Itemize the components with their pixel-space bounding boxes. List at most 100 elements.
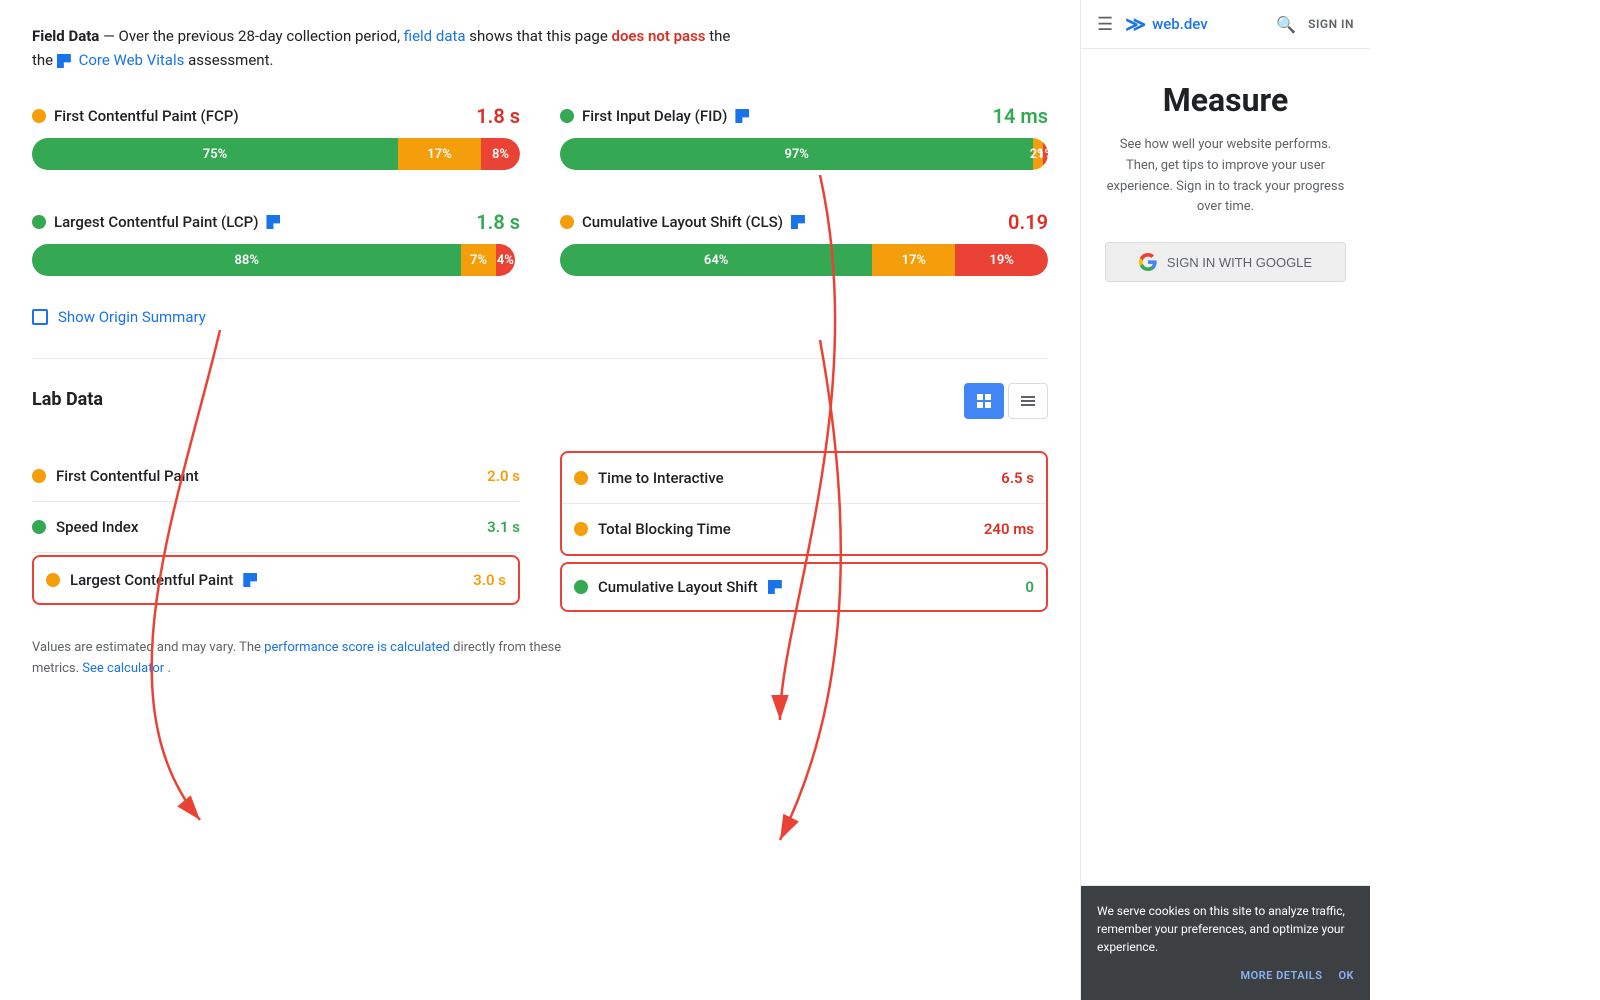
footer-text1: Values are estimated and may vary. The <box>32 640 264 655</box>
cls-bar-poor: 19% <box>955 244 1048 276</box>
fcp-progress-bar: 75% 17% 8% <box>32 138 520 170</box>
cls-title: Cumulative Layout Shift (CLS) <box>582 213 783 231</box>
core-web-vitals-flag-icon <box>57 54 71 68</box>
measure-title: Measure <box>1105 81 1346 119</box>
fcp-indicator <box>32 109 46 123</box>
metric-fid-title-left: First Input Delay (FID) <box>560 107 749 125</box>
google-sign-in-button[interactable]: SIGN IN WITH GOOGLE <box>1105 242 1346 282</box>
lab-toggle <box>964 383 1048 419</box>
lab-cls-left: Cumulative Layout Shift <box>574 578 782 596</box>
metric-lcp-title-row: Largest Contentful Paint (LCP) 1.8 s <box>32 210 520 234</box>
menu-icon[interactable]: ☰ <box>1097 14 1113 35</box>
lab-fcp-title: First Contentful Paint <box>56 467 199 485</box>
toggle-list-btn[interactable] <box>1008 383 1048 419</box>
search-icon[interactable]: 🔍 <box>1276 15 1296 34</box>
lab-tbt-value: 240 ms <box>984 520 1034 538</box>
cookie-text: We serve cookies on this site to analyze… <box>1097 902 1354 956</box>
lab-si-left: Speed Index <box>32 518 138 536</box>
webdev-header: ☰ ≫ web.dev 🔍 SIGN IN <box>1081 0 1370 49</box>
calculator-link[interactable]: See calculator <box>82 661 164 676</box>
metric-fcp-title-left: First Contentful Paint (FCP) <box>32 107 239 125</box>
lcp-bar-poor: 4% <box>496 244 516 276</box>
the-text: the <box>32 51 57 69</box>
lab-tbt-title: Total Blocking Time <box>598 520 731 538</box>
webdev-actions: 🔍 SIGN IN <box>1276 15 1354 34</box>
sign-in-button[interactable]: SIGN IN <box>1308 17 1354 31</box>
core-web-vitals-link[interactable]: Core Web Vitals <box>79 51 185 69</box>
lab-tti-title: Time to Interactive <box>598 469 724 487</box>
webdev-logo: ≫ web.dev <box>1125 12 1208 36</box>
toggle-grid-btn[interactable] <box>964 383 1004 419</box>
list-icon <box>1020 393 1036 409</box>
lab-cls-indicator <box>574 580 588 594</box>
assessment-suffix: assessment. <box>188 51 273 69</box>
lab-si-title: Speed Index <box>56 518 138 536</box>
field-data-label: Field Data <box>32 27 99 45</box>
lab-fcp-left: First Contentful Paint <box>32 467 199 485</box>
section-divider <box>32 358 1048 359</box>
lab-data-section: Lab Data <box>32 383 1048 614</box>
fcp-bar-good: 75% <box>32 138 398 170</box>
field-data-link[interactable]: field data <box>404 27 466 45</box>
field-data-header: Field Data — Over the previous 28-day co… <box>32 24 1048 72</box>
lcp-indicator <box>32 215 46 229</box>
lab-metric-tti: Time to Interactive 6.5 s <box>562 453 1046 504</box>
footer-note: Values are estimated and may vary. The p… <box>32 638 1048 680</box>
cls-progress-bar: 64% 17% 19% <box>560 244 1048 276</box>
lab-cls-value: 0 <box>1025 578 1034 596</box>
lab-tti-indicator <box>574 471 588 485</box>
lab-metrics-left: First Contentful Paint 2.0 s Speed Index… <box>32 451 520 614</box>
google-sign-in-label: SIGN IN WITH GOOGLE <box>1167 255 1312 270</box>
lab-si-value: 3.1 s <box>487 518 520 536</box>
fid-value: 14 ms <box>993 104 1048 128</box>
metric-fcp-title-row: First Contentful Paint (FCP) 1.8 s <box>32 104 520 128</box>
metric-lcp-title-left: Largest Contentful Paint (LCP) <box>32 213 280 231</box>
field-metrics-grid: First Contentful Paint (FCP) 1.8 s 75% 1… <box>32 96 1048 284</box>
lab-tbt-indicator <box>574 522 588 536</box>
header-desc-middle: shows that this page <box>469 27 611 45</box>
ok-button[interactable]: OK <box>1338 968 1354 985</box>
fid-indicator <box>560 109 574 123</box>
measure-panel: Measure See how well your website perfor… <box>1081 49 1370 886</box>
cls-bar-good: 64% <box>560 244 872 276</box>
does-not-pass-link[interactable]: does not pass <box>612 27 706 45</box>
lcp-title: Largest Contentful Paint (LCP) <box>54 213 258 231</box>
lab-si-indicator <box>32 520 46 534</box>
cls-bar-needs-improvement: 17% <box>872 244 955 276</box>
lab-cls-flag-icon <box>768 580 782 594</box>
origin-summary-checkbox[interactable] <box>32 309 48 325</box>
cls-indicator <box>560 215 574 229</box>
lab-fcp-indicator <box>32 469 46 483</box>
lab-tti-left: Time to Interactive <box>574 469 724 487</box>
lab-metric-cls-highlighted: Cumulative Layout Shift 0 <box>560 562 1048 612</box>
lab-tbt-left: Total Blocking Time <box>574 520 731 538</box>
lab-fcp-value: 2.0 s <box>487 467 520 485</box>
lcp-value: 1.8 s <box>476 210 520 234</box>
cls-value: 0.19 <box>1008 210 1048 234</box>
perf-score-link[interactable]: performance score is calculated <box>264 640 450 655</box>
footer-text3: metrics. <box>32 661 82 676</box>
cookie-actions: MORE DETAILS OK <box>1097 968 1354 985</box>
fid-bar-poor: 1% <box>1043 138 1048 170</box>
lab-metric-si: Speed Index 3.1 s <box>32 502 520 553</box>
lab-lcp-indicator <box>46 573 60 587</box>
lab-lcp-flag-icon <box>243 573 257 587</box>
metric-fcp: First Contentful Paint (FCP) 1.8 s 75% 1… <box>32 96 520 178</box>
lab-lcp-left: Largest Contentful Paint <box>46 571 257 589</box>
cls-flag-icon <box>791 215 805 229</box>
metric-fid-title-row: First Input Delay (FID) 14 ms <box>560 104 1048 128</box>
fcp-bar-poor: 8% <box>481 138 520 170</box>
cookie-banner: We serve cookies on this site to analyze… <box>1081 886 1370 1000</box>
metric-fid: First Input Delay (FID) 14 ms 97% 2% 1% <box>560 96 1048 178</box>
origin-summary-label[interactable]: Show Origin Summary <box>58 308 206 326</box>
lab-tti-value: 6.5 s <box>1001 469 1034 487</box>
origin-summary-row[interactable]: Show Origin Summary <box>32 308 1048 326</box>
fid-progress-bar: 97% 2% 1% <box>560 138 1048 170</box>
google-g-icon <box>1139 253 1157 271</box>
more-details-link[interactable]: MORE DETAILS <box>1240 968 1322 985</box>
fid-flag-icon <box>735 109 749 123</box>
footer-text4: . <box>167 661 170 676</box>
metric-cls-title-left: Cumulative Layout Shift (CLS) <box>560 213 805 231</box>
lab-right-highlight-group: Time to Interactive 6.5 s Total Blocking… <box>560 451 1048 556</box>
fcp-title: First Contentful Paint (FCP) <box>54 107 239 125</box>
